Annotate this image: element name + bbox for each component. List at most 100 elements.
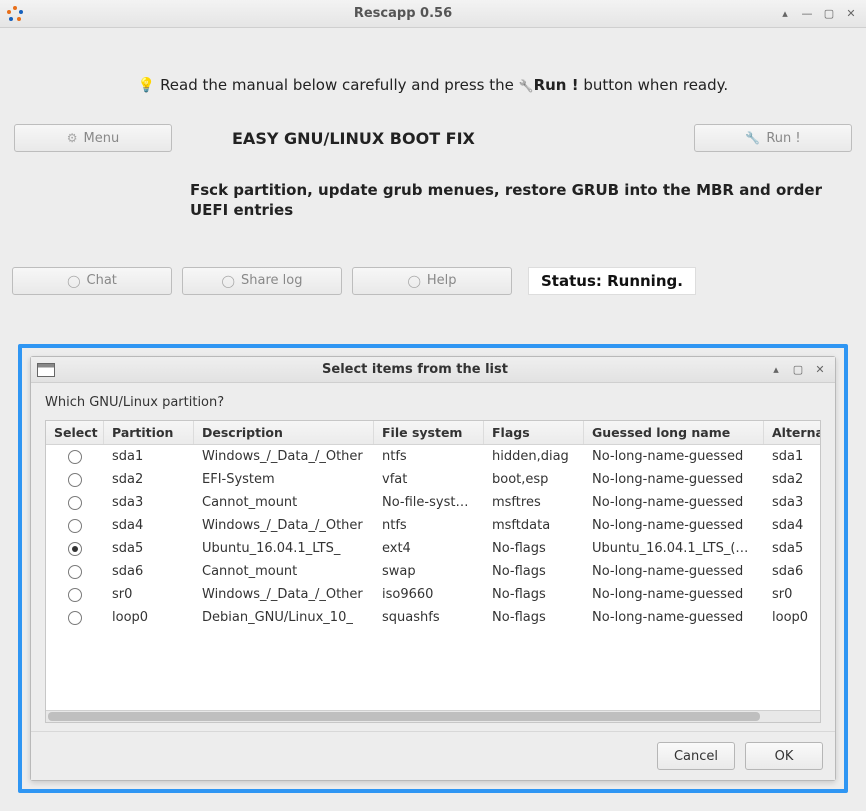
cell-select[interactable]: [46, 565, 104, 579]
cell-filesystem: squashfs: [374, 610, 484, 625]
window-maximize-icon[interactable]: ▢: [820, 6, 838, 22]
hint-run-word: Run !: [534, 76, 579, 94]
cell-description: Windows_/_Data_/_Other: [194, 449, 374, 464]
gear-icon: ⚙: [67, 131, 78, 145]
window-restore-icon[interactable]: —: [798, 6, 816, 22]
cell-flags: msftdata: [484, 518, 584, 533]
cell-filesystem: vfat: [374, 472, 484, 487]
radio-button[interactable]: [68, 588, 82, 602]
cell-description: Cannot_mount: [194, 564, 374, 579]
cell-alternat: sda5: [764, 541, 820, 556]
col-flags[interactable]: Flags: [484, 421, 584, 444]
run-button[interactable]: 🔧 Run !: [694, 124, 852, 152]
cell-alternat: sda1: [764, 449, 820, 464]
share-log-button[interactable]: ◯ Share log: [182, 267, 342, 295]
radio-button[interactable]: [68, 565, 82, 579]
col-partition[interactable]: Partition: [104, 421, 194, 444]
cell-filesystem: ntfs: [374, 518, 484, 533]
cell-select[interactable]: [46, 588, 104, 602]
cell-alternat: sda3: [764, 495, 820, 510]
cell-guessed: No-long-name-guessed: [584, 495, 764, 510]
cell-partition: sda2: [104, 472, 194, 487]
status-text: Status: Running.: [528, 267, 696, 295]
hint-row: 💡 Read the manual below carefully and pr…: [12, 76, 854, 94]
table-row[interactable]: sda4Windows_/_Data_/_OtherntfsmsftdataNo…: [46, 514, 820, 537]
wrench-icon: 🔧: [745, 131, 760, 145]
window-close-icon[interactable]: ✕: [842, 6, 860, 22]
description-text: Fsck partition, update grub menues, rest…: [190, 180, 830, 221]
scrollbar-thumb[interactable]: [48, 712, 760, 721]
cell-select[interactable]: [46, 450, 104, 464]
cell-flags: No-flags: [484, 587, 584, 602]
app-icon: [6, 5, 24, 23]
cell-partition: loop0: [104, 610, 194, 625]
cell-flags: No-flags: [484, 541, 584, 556]
window-minimize-icon[interactable]: ▴: [776, 6, 794, 22]
cell-flags: No-flags: [484, 564, 584, 579]
col-filesystem[interactable]: File system: [374, 421, 484, 444]
cell-select[interactable]: [46, 496, 104, 510]
cell-description: Cannot_mount: [194, 495, 374, 510]
radio-button[interactable]: [68, 473, 82, 487]
radio-button[interactable]: [68, 496, 82, 510]
horizontal-scrollbar[interactable]: [46, 710, 820, 722]
cell-filesystem: ntfs: [374, 449, 484, 464]
cell-flags: No-flags: [484, 610, 584, 625]
table-row[interactable]: loop0Debian_GNU/Linux_10_squashfsNo-flag…: [46, 606, 820, 629]
hint-prefix: Read the manual below carefully and pres…: [160, 76, 519, 94]
table-body[interactable]: sda1Windows_/_Data_/_Otherntfshidden,dia…: [46, 445, 820, 710]
cell-guessed: No-long-name-guessed: [584, 449, 764, 464]
ok-button-label: OK: [775, 749, 794, 764]
table-row[interactable]: sda5Ubuntu_16.04.1_LTS_ext4No-flagsUbunt…: [46, 537, 820, 560]
col-description[interactable]: Description: [194, 421, 374, 444]
cell-alternat: sda4: [764, 518, 820, 533]
chat-button[interactable]: ◯ Chat: [12, 267, 172, 295]
cell-select[interactable]: [46, 542, 104, 556]
dialog-close-icon[interactable]: ✕: [811, 362, 829, 378]
radio-button[interactable]: [68, 519, 82, 533]
cell-guessed: Ubuntu_16.04.1_LTS_(16.04): [584, 541, 764, 556]
dialog-minimize-icon[interactable]: ▴: [767, 362, 785, 378]
cell-description: EFI-System: [194, 472, 374, 487]
menu-button[interactable]: ⚙ Menu: [14, 124, 172, 152]
table-row[interactable]: sr0Windows_/_Data_/_Otheriso9660No-flags…: [46, 583, 820, 606]
radio-button[interactable]: [68, 542, 82, 556]
help-button[interactable]: ◯ Help: [352, 267, 512, 295]
table-row[interactable]: sda6Cannot_mountswapNo-flagsNo-long-name…: [46, 560, 820, 583]
table-row[interactable]: sda3Cannot_mountNo-file-systemmsftresNo-…: [46, 491, 820, 514]
chat-button-label: Chat: [87, 273, 117, 288]
cancel-button[interactable]: Cancel: [657, 742, 735, 770]
window-title: Rescapp 0.56: [30, 6, 776, 21]
ok-button[interactable]: OK: [745, 742, 823, 770]
menu-button-label: Menu: [84, 131, 120, 146]
cell-guessed: No-long-name-guessed: [584, 472, 764, 487]
cell-select[interactable]: [46, 611, 104, 625]
chat-icon: ◯: [67, 274, 80, 288]
cell-select[interactable]: [46, 473, 104, 487]
cell-partition: sda6: [104, 564, 194, 579]
table-header: Select Partition Description File system…: [46, 421, 821, 445]
cell-filesystem: ext4: [374, 541, 484, 556]
cell-flags: msftres: [484, 495, 584, 510]
dialog-maximize-icon[interactable]: ▢: [789, 362, 807, 378]
cell-flags: boot,esp: [484, 472, 584, 487]
table-row[interactable]: sda1Windows_/_Data_/_Otherntfshidden,dia…: [46, 445, 820, 468]
table-row[interactable]: sda2EFI-Systemvfatboot,espNo-long-name-g…: [46, 468, 820, 491]
cell-partition: sda3: [104, 495, 194, 510]
radio-button[interactable]: [68, 450, 82, 464]
run-button-label: Run !: [766, 131, 800, 146]
cell-description: Debian_GNU/Linux_10_: [194, 610, 374, 625]
cell-select[interactable]: [46, 519, 104, 533]
list-icon: [37, 363, 55, 377]
cell-alternat: sr0: [764, 587, 820, 602]
help-button-label: Help: [427, 273, 457, 288]
col-alternat[interactable]: Alternat: [764, 421, 821, 444]
window-titlebar: Rescapp 0.56 ▴ — ▢ ✕: [0, 0, 866, 28]
col-guessed[interactable]: Guessed long name: [584, 421, 764, 444]
col-select[interactable]: Select: [46, 421, 104, 444]
cell-description: Windows_/_Data_/_Other: [194, 587, 374, 602]
section-title: EASY GNU/LINUX BOOT FIX: [192, 129, 674, 148]
radio-button[interactable]: [68, 611, 82, 625]
cell-partition: sda1: [104, 449, 194, 464]
cell-alternat: loop0: [764, 610, 820, 625]
